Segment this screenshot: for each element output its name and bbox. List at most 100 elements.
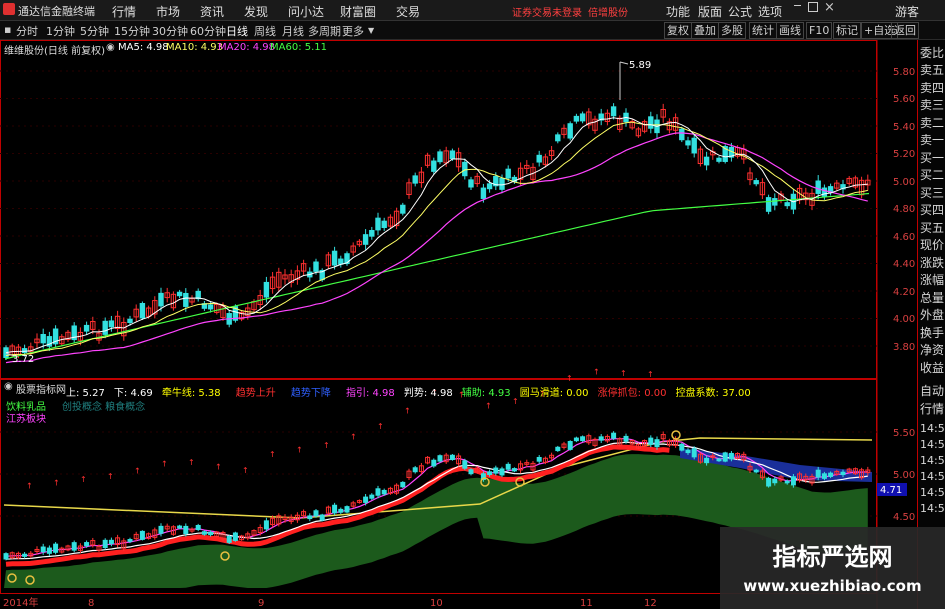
panel-item[interactable]: 总量 [920, 291, 944, 305]
menu-functions[interactable]: 功能 [666, 3, 690, 20]
menu-market[interactable]: 市场 [156, 3, 180, 20]
panel-item[interactable]: 换手 [920, 326, 944, 340]
close-icon[interactable]: × [824, 0, 835, 15]
candle-body [449, 150, 456, 160]
menu-wealth[interactable]: 财富圈 [340, 3, 376, 20]
ind-candle-body [22, 553, 28, 557]
period-multi[interactable]: 多周期 [308, 23, 341, 39]
panel-item[interactable]: 买四 [920, 203, 944, 217]
ind-y-tick: 5.00 [893, 470, 915, 481]
quote-label[interactable]: 行情 [920, 402, 944, 416]
panel-item[interactable]: 委比 [920, 46, 944, 60]
period-minute-chart[interactable]: 分时 [16, 23, 38, 39]
candle-body [369, 230, 375, 237]
concept-venture: 创投概念 粮食概念 [62, 402, 146, 413]
panel-item[interactable]: 买一 [920, 151, 944, 165]
panel-item[interactable]: 涨跌 [920, 256, 944, 270]
menu-trade[interactable]: 交易 [396, 3, 420, 20]
panel-item[interactable]: 卖一 [920, 133, 944, 147]
ind-candle-body [307, 515, 313, 520]
panel-item[interactable]: 卖四 [920, 81, 944, 95]
menu-options[interactable]: 选项 [758, 3, 782, 20]
period-monthly[interactable]: 月线 [282, 23, 304, 39]
main-grid [0, 70, 877, 347]
panel-item[interactable]: 外盘 [920, 308, 944, 322]
candle-body [412, 175, 418, 184]
ind-candle-body [648, 437, 654, 445]
ind-candle-body [40, 546, 46, 553]
ma-toggle-icon[interactable]: ◉ [106, 42, 115, 53]
menu-market-quotes[interactable]: 行情 [112, 3, 136, 20]
period-more[interactable]: 更多 [342, 23, 364, 39]
period-toolbar: ▪ 分时 1分钟 5分钟 15分钟 30分钟 60分钟 日线 周线 月线 多周期… [0, 21, 945, 40]
panel-item[interactable]: 卖三 [920, 98, 944, 112]
ind-candle-body [177, 525, 183, 529]
draw-line-button[interactable]: 画线 [776, 22, 804, 39]
panel-item[interactable]: 收益 [920, 361, 944, 375]
ind-candle-body [363, 496, 369, 503]
panel-item[interactable]: 买三 [920, 186, 944, 200]
candle-body [679, 128, 685, 141]
panel-item[interactable]: 净资 [920, 343, 944, 357]
panel-item[interactable]: 买二 [920, 168, 944, 182]
mark-button[interactable]: 标记 [833, 22, 861, 39]
ind-candle-body [226, 535, 232, 543]
ma10-line [5, 121, 868, 357]
menu-ask[interactable]: 问小达 [288, 3, 324, 20]
ind-candle-body [449, 454, 455, 460]
panel-item[interactable]: 卖二 [920, 116, 944, 130]
candle-body [499, 177, 505, 190]
ind-candle-body [840, 471, 846, 476]
ind-candle-body [623, 435, 629, 442]
y-tick: 4.00 [893, 314, 915, 325]
adjust-button[interactable]: 复权 [664, 22, 692, 39]
period-5min[interactable]: 5分钟 [80, 23, 109, 39]
login-warning[interactable]: 证券交易未登录 [512, 4, 582, 19]
ma10-label: MA10: 4.93 [166, 42, 224, 53]
period-60min[interactable]: 60分钟 [190, 23, 226, 39]
menu-formula[interactable]: 公式 [728, 3, 752, 20]
candle-body [610, 106, 617, 117]
panel-item[interactable]: 买五 [920, 221, 944, 235]
tick-time: 14:50 [920, 438, 945, 451]
indicator-toggle-icon[interactable]: ◉ [4, 381, 13, 392]
menu-discover[interactable]: 发现 [244, 3, 268, 20]
period-30min[interactable]: 30分钟 [152, 23, 188, 39]
more-dropdown-icon[interactable]: ▼ [368, 26, 374, 35]
candle-body [468, 179, 474, 188]
candle-body [691, 137, 697, 154]
f10-button[interactable]: F10 [806, 22, 833, 39]
panel-item[interactable]: 现价 [920, 238, 944, 252]
guest-label[interactable]: 游客 [895, 3, 919, 20]
auto-label[interactable]: 自动 [920, 384, 944, 398]
candle-body [207, 304, 214, 310]
ind-candle-body [487, 471, 493, 475]
candle-body [648, 116, 654, 129]
panel-item[interactable]: 涨幅 [920, 273, 944, 287]
panel-item[interactable]: 卖五 [920, 63, 944, 77]
candle-body [486, 183, 493, 190]
ind-candle-body [183, 525, 189, 535]
period-15min[interactable]: 15分钟 [114, 23, 150, 39]
minimize-icon[interactable] [794, 5, 801, 6]
ma60-line [4, 192, 870, 360]
up-arrow-icon: ↑ [323, 441, 330, 450]
ind-candle-body [766, 477, 772, 487]
period-1min[interactable]: 1分钟 [46, 23, 75, 39]
x-axis: 2014年 8 9 10 11 12 [3, 596, 657, 609]
menu-news[interactable]: 资讯 [200, 3, 224, 20]
maximize-icon[interactable] [808, 2, 818, 12]
chart-area[interactable]: ↑ ↑ ↑ ↑↑↑ ↑↑ ↑↑ ↑ ↑↑↑↑↑ ↑↑↑↑↑↑ ↑ ↑ 5.89 3.72 5.80 … [0, 40, 917, 609]
ind-candle-body [679, 443, 685, 451]
ind-candle-body [400, 481, 406, 488]
period-weekly[interactable]: 周线 [254, 23, 276, 39]
statistics-button[interactable]: 统计 [749, 22, 777, 39]
tick-time: 14:50 [920, 422, 945, 435]
indicator-values: 上: 5.27 下: 4.69 牵牛线: 5.38 趋势上升 趋势下降 指引: … [66, 381, 751, 399]
multi-stock-button[interactable]: 多股 [718, 22, 746, 39]
ind-candle-body [790, 476, 796, 486]
back-button[interactable]: 返回 [891, 22, 919, 39]
menu-layout[interactable]: 版面 [698, 3, 722, 20]
overlay-button[interactable]: 叠加 [691, 22, 719, 39]
period-daily[interactable]: 日线 [226, 23, 248, 39]
